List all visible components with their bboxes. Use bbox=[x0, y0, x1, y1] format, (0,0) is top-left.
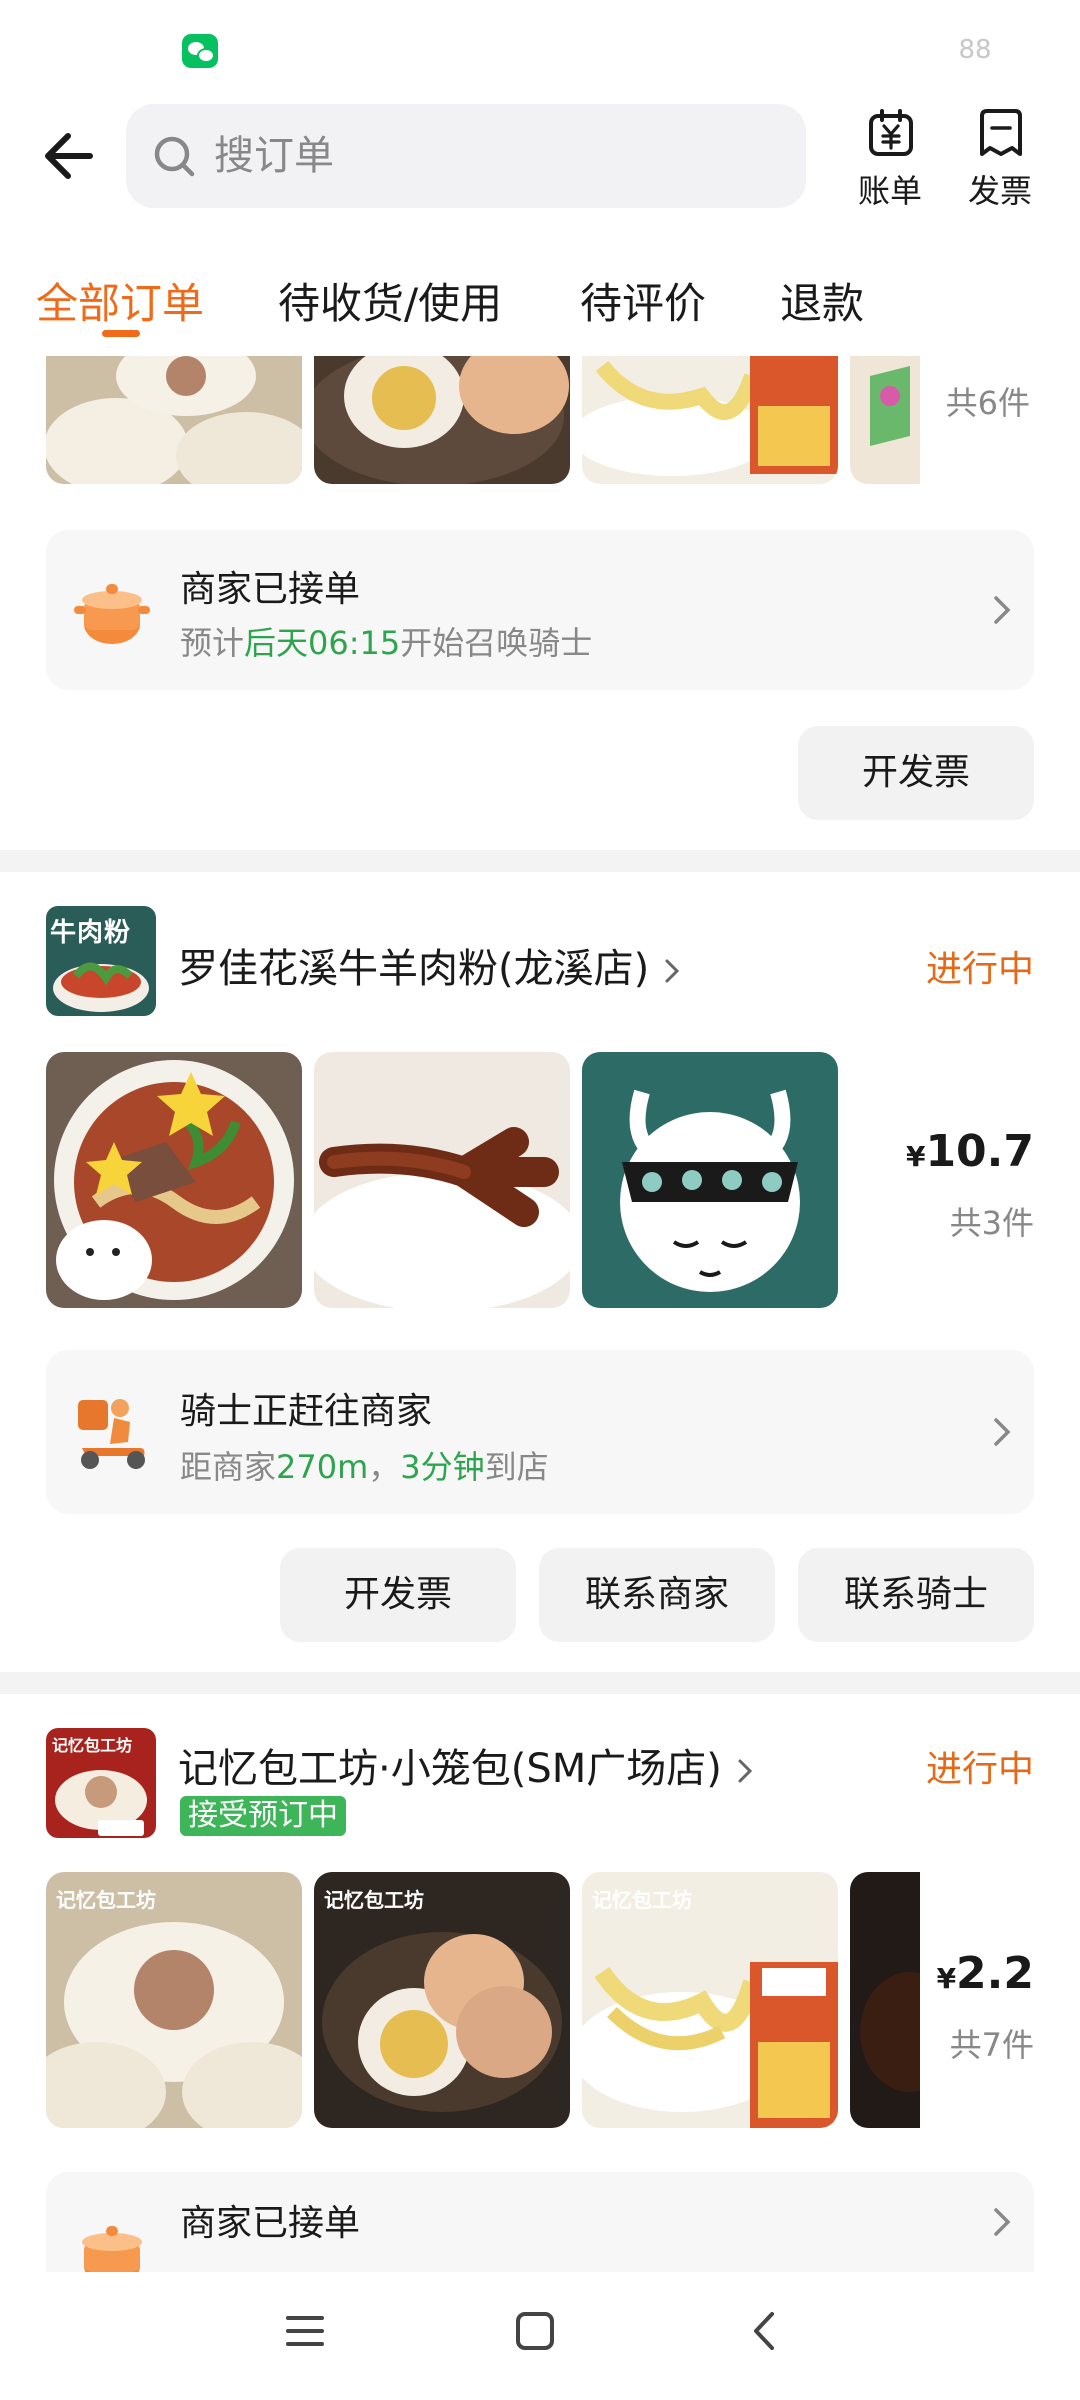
invoice-order-button[interactable]: 开发票 bbox=[798, 726, 1034, 820]
status-sub-eta: 3分钟 bbox=[400, 1448, 485, 1486]
tile-brand-label: 记忆包工坊 bbox=[324, 1888, 424, 1912]
order-status-box[interactable]: 商家已接单 bbox=[46, 2172, 1034, 2272]
wechat-icon bbox=[182, 34, 218, 68]
arrow-left-icon bbox=[45, 133, 93, 179]
menu-icon bbox=[286, 2316, 324, 2346]
status-sub-prefix: 距商家 bbox=[180, 1448, 277, 1486]
product-image-brand-logo bbox=[582, 1052, 838, 1308]
invoice-label: 发票 bbox=[967, 172, 1032, 210]
price-value: 10.7 bbox=[925, 1126, 1034, 1177]
pot-icon bbox=[82, 2226, 142, 2272]
store-logo-text: 记忆包工坊 bbox=[52, 1736, 133, 1755]
menu-button[interactable] bbox=[280, 2306, 330, 2356]
nav-back-button[interactable] bbox=[740, 2306, 790, 2356]
status-subtitle: 预计后天06:15开始召唤骑士 bbox=[180, 618, 592, 664]
status-sub-suffix: 到店 bbox=[484, 1448, 549, 1486]
product-image-eggs: 记忆包工坊 bbox=[314, 1872, 570, 2128]
invoice-icon bbox=[980, 109, 1022, 156]
store-name-text: 罗佳花溪牛羊肉粉(龙溪店) bbox=[178, 946, 650, 992]
store-logo[interactable]: 记忆包工坊 bbox=[46, 1728, 156, 1838]
status-title: 商家已接单 bbox=[180, 2203, 361, 2244]
chevron-right-icon bbox=[738, 1759, 752, 1783]
product-image-more bbox=[850, 1872, 920, 2128]
order-price: ¥10.7 bbox=[880, 1126, 1034, 1177]
tile-brand-label: 记忆包工坊 bbox=[56, 1888, 156, 1912]
status-subtitle: 距商家270m，3分钟到店 bbox=[180, 1442, 549, 1488]
active-tab-indicator bbox=[102, 330, 140, 337]
product-image-beef-noodles bbox=[46, 1052, 302, 1308]
product-image-buns: 记忆包工坊 bbox=[46, 1872, 302, 2128]
search-input[interactable]: 搜订单 bbox=[126, 104, 806, 208]
status-sub-time: 后天06:15 bbox=[244, 624, 401, 662]
tab-pending-receipt[interactable]: 待收货/使用 bbox=[278, 270, 502, 328]
back-icon bbox=[754, 2312, 774, 2350]
product-image-chicken-feet bbox=[314, 1052, 570, 1308]
order-status-box[interactable]: 商家已接单 预计后天06:15开始召唤骑士 bbox=[46, 530, 1034, 690]
product-image-pickles bbox=[582, 356, 838, 484]
currency-symbol: ¥ bbox=[936, 1962, 957, 1995]
store-logo[interactable]: 牛肉粉 bbox=[46, 906, 156, 1016]
status-sub-distance: 270m bbox=[276, 1448, 369, 1486]
order-status-box[interactable]: 骑士正赶往商家 距商家270m，3分钟到店 bbox=[46, 1350, 1034, 1514]
rider-icon bbox=[78, 1399, 145, 1469]
battery-level: 88 bbox=[958, 35, 992, 65]
status-sub-prefix: 预计 bbox=[180, 624, 245, 662]
chevron-right-icon bbox=[665, 959, 680, 983]
bill-button[interactable]: 账单 bbox=[840, 104, 940, 214]
tile-brand-label: 记忆包工坊 bbox=[592, 1888, 692, 1912]
chevron-right-icon bbox=[994, 2208, 1011, 2236]
tab-refund[interactable]: 退款 bbox=[780, 270, 864, 328]
contact-merchant-button[interactable]: 联系商家 bbox=[539, 1548, 775, 1642]
preorder-badge: 接受预订中 bbox=[180, 1796, 346, 1836]
order-status: 进行中 bbox=[925, 1749, 1034, 1790]
tab-pending-review[interactable]: 待评价 bbox=[580, 270, 706, 328]
price-value: 2.2 bbox=[956, 1948, 1034, 1999]
currency-symbol: ¥ bbox=[905, 1140, 926, 1173]
pot-icon bbox=[74, 584, 150, 644]
status-sub-suffix: 开始召唤骑士 bbox=[400, 624, 593, 662]
home-button[interactable] bbox=[510, 2306, 560, 2356]
search-icon bbox=[154, 136, 195, 177]
product-image-eggs bbox=[314, 356, 570, 484]
product-image-more bbox=[850, 356, 920, 484]
item-count: 共7件 bbox=[949, 2026, 1034, 2064]
home-icon bbox=[516, 2312, 554, 2350]
bill-icon bbox=[869, 109, 913, 156]
store-name[interactable]: 罗佳花溪牛羊肉粉(龙溪店) bbox=[178, 936, 684, 994]
item-count: 共3件 bbox=[949, 1204, 1034, 1242]
status-title: 商家已接单 bbox=[180, 569, 361, 610]
product-image-buns bbox=[46, 356, 302, 484]
status-bar bbox=[0, 0, 1080, 96]
invoice-order-button[interactable]: 开发票 bbox=[280, 1548, 516, 1642]
invoice-button[interactable]: 发票 bbox=[950, 104, 1050, 214]
contact-rider-button[interactable]: 联系骑士 bbox=[798, 1548, 1034, 1642]
store-name[interactable]: 记忆包工坊·小笼包(SM广场店) bbox=[178, 1736, 757, 1794]
back-button[interactable] bbox=[34, 118, 114, 198]
store-logo-text: 牛肉粉 bbox=[50, 918, 132, 948]
tab-all-orders[interactable]: 全部订单 bbox=[36, 270, 204, 328]
chevron-right-icon bbox=[994, 596, 1011, 624]
chevron-right-icon bbox=[994, 1418, 1011, 1446]
product-image-pickles: 记忆包工坊 bbox=[582, 1872, 838, 2128]
order-price: ¥2.2 bbox=[880, 1948, 1034, 1999]
order-status: 进行中 bbox=[925, 949, 1034, 990]
search-placeholder: 搜订单 bbox=[214, 133, 334, 179]
bill-label: 账单 bbox=[857, 172, 922, 210]
item-count: 共6件 bbox=[945, 384, 1030, 422]
status-sub-separator: ， bbox=[368, 1448, 401, 1486]
store-name-text: 记忆包工坊·小笼包(SM广场店) bbox=[178, 1746, 722, 1792]
status-title: 骑士正赶往商家 bbox=[180, 1391, 433, 1432]
